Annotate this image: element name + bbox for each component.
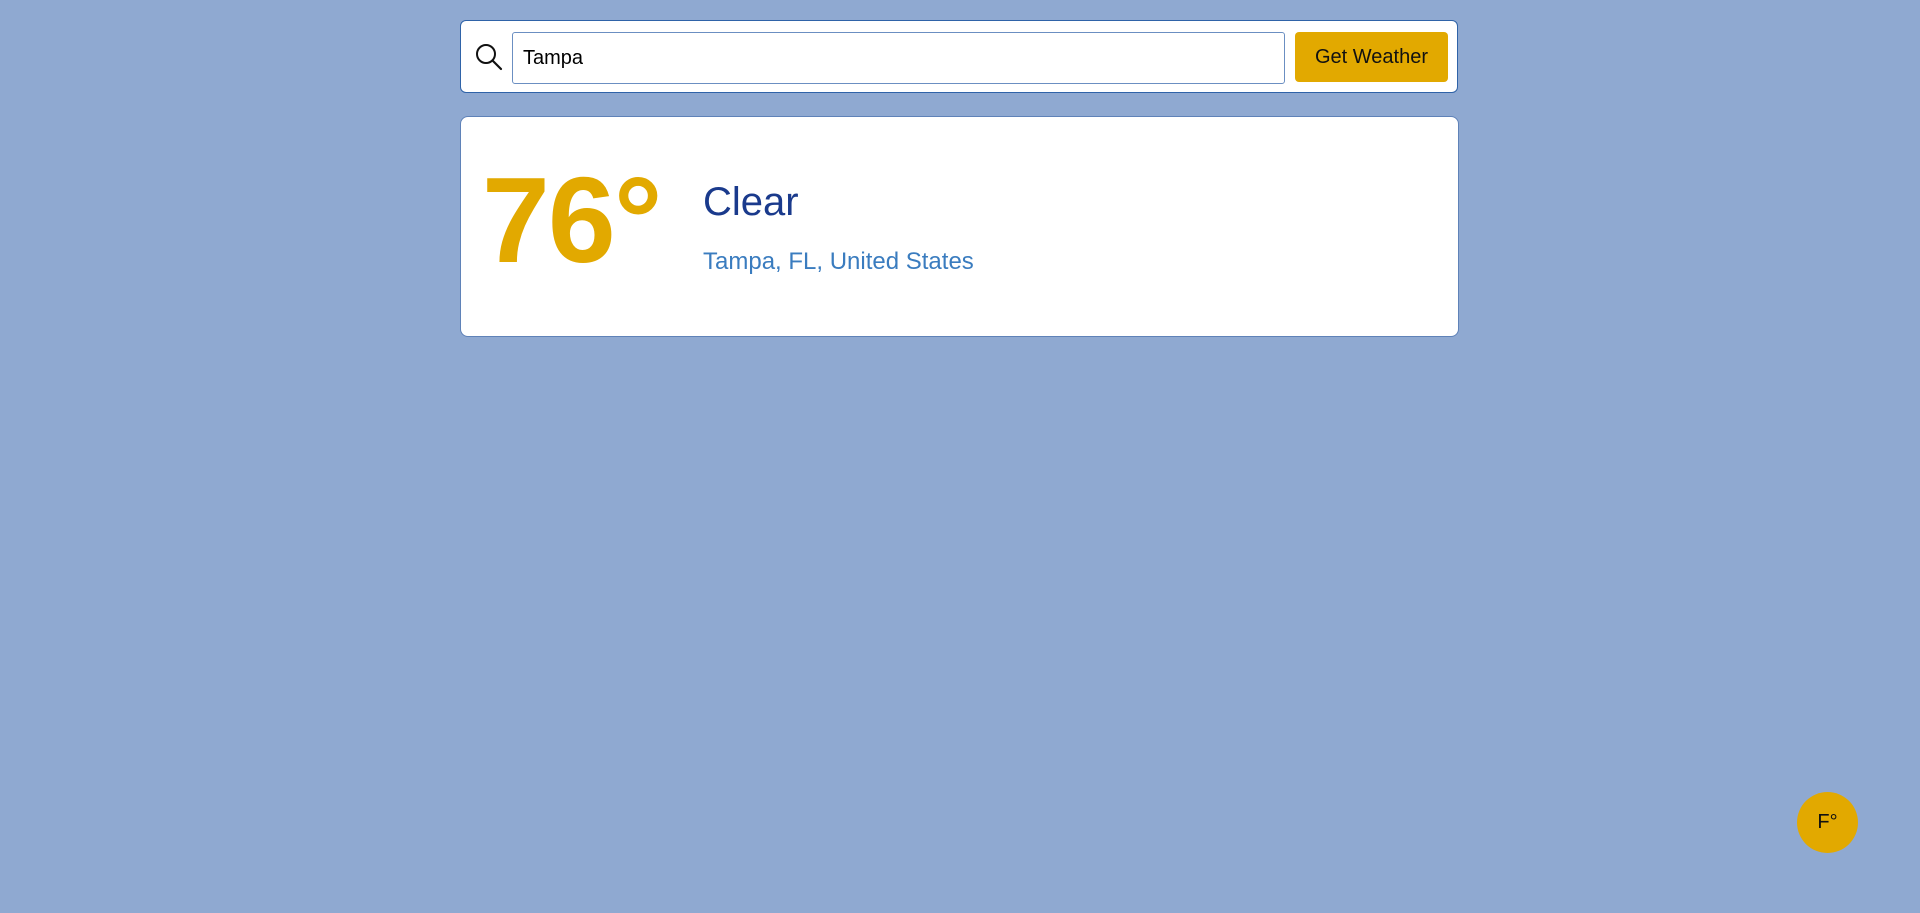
weather-location: Tampa, FL, United States xyxy=(703,248,974,275)
search-input[interactable] xyxy=(512,32,1285,84)
temperature-value: 76° xyxy=(482,152,662,288)
get-weather-button[interactable]: Get Weather xyxy=(1295,32,1448,82)
search-icon xyxy=(474,42,504,72)
unit-toggle-button[interactable]: F° xyxy=(1797,792,1858,853)
search-bar: Get Weather xyxy=(460,20,1458,93)
weather-card: 76° Clear Tampa, FL, United States xyxy=(460,116,1459,337)
weather-condition: Clear xyxy=(703,180,799,224)
